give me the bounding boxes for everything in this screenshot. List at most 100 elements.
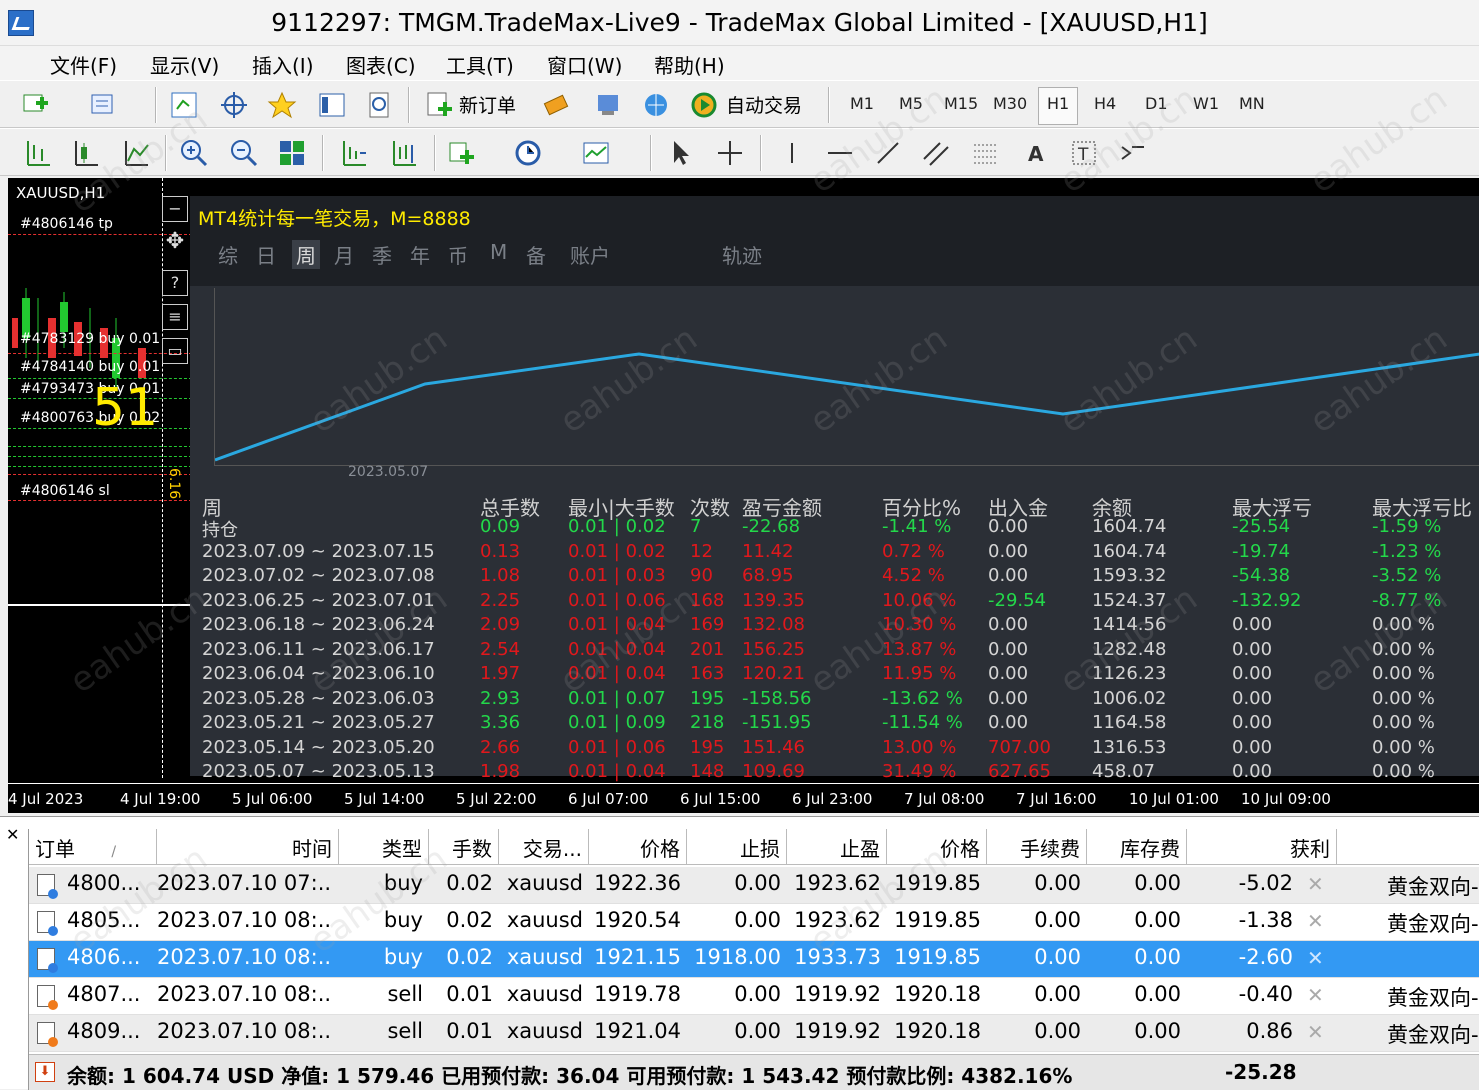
trade-row[interactable]: 4806... 2023.07.10 08:... buy 0.02 xauusd 192…: [29, 941, 1479, 978]
equidistant-channel-icon[interactable]: [920, 137, 952, 169]
tab-year[interactable]: 年: [410, 240, 430, 269]
bar-chart-icon[interactable]: [22, 137, 54, 169]
stats-cell-minmax: 0.01 | 0.02: [568, 540, 666, 562]
tf-h1[interactable]: H1: [1038, 87, 1079, 125]
tile-windows-icon[interactable]: [276, 137, 308, 169]
th-tp[interactable]: 止盈: [787, 829, 887, 865]
th-sl[interactable]: 止损: [687, 829, 787, 865]
signals-icon[interactable]: [592, 89, 624, 121]
trade-row[interactable]: 4807... 2023.07.10 08:... sell 0.01 xauusd 19…: [29, 978, 1479, 1015]
trade-row[interactable]: 4800... 2023.07.10 07:... buy 0.02 xauusd 192…: [29, 867, 1479, 904]
crosshair-target-icon[interactable]: [218, 89, 250, 121]
close-icon[interactable]: ✕: [6, 825, 19, 844]
tester-icon[interactable]: [364, 89, 396, 121]
tab-trace[interactable]: 轨迹: [722, 240, 762, 269]
menu-tools[interactable]: 工具(T): [446, 50, 514, 79]
close-order-icon[interactable]: ✕: [1307, 946, 1324, 970]
stats-cell-balance: 1126.23: [1092, 663, 1167, 684]
trendline-icon[interactable]: [872, 137, 904, 169]
minimize-icon[interactable]: −: [162, 196, 188, 222]
crosshair-icon[interactable]: [714, 137, 746, 169]
tab-currency[interactable]: 币: [448, 240, 468, 269]
vertical-line-icon[interactable]: [776, 137, 808, 169]
menu-view[interactable]: 显示(V): [150, 50, 219, 79]
move-icon[interactable]: ✥: [162, 230, 188, 256]
metaeditor-icon[interactable]: [540, 89, 572, 121]
balance-graph: [214, 288, 1479, 466]
stats-cell-maxdd: 0.00: [1232, 761, 1273, 782]
th-price[interactable]: 价格: [589, 829, 687, 865]
fibonacci-icon[interactable]: [970, 137, 1002, 169]
menu-charts[interactable]: 图表(C): [346, 50, 416, 79]
horizontal-line-icon[interactable]: [824, 137, 856, 169]
market-watch-icon[interactable]: [168, 89, 200, 121]
tab-quarter[interactable]: 季: [372, 240, 392, 269]
tab-month[interactable]: 月: [334, 240, 354, 269]
th-lots[interactable]: 手数: [429, 829, 499, 865]
th-symbol[interactable]: 交易...: [499, 829, 589, 865]
text-icon[interactable]: A: [1020, 137, 1052, 169]
help-icon[interactable]: ?: [162, 270, 188, 296]
close-order-icon[interactable]: ✕: [1307, 1020, 1324, 1044]
auto-trading-icon[interactable]: [688, 89, 720, 121]
new-order-button[interactable]: 新订单: [459, 91, 516, 118]
th-profit[interactable]: 获利: [1187, 829, 1337, 865]
profiles-icon[interactable]: [88, 89, 120, 121]
market-icon[interactable]: [640, 89, 672, 121]
menu-insert[interactable]: 插入(I): [252, 50, 314, 79]
chart-shift-icon[interactable]: [388, 137, 420, 169]
menu-help[interactable]: 帮助(H): [654, 50, 725, 79]
auto-trading-button[interactable]: 自动交易: [726, 91, 802, 118]
settings-icon[interactable]: ≡: [162, 304, 188, 330]
close-order-icon[interactable]: ✕: [1307, 872, 1324, 896]
tf-m15[interactable]: M15: [944, 94, 978, 113]
indicators-icon[interactable]: [446, 137, 478, 169]
stats-cell-lots: 0.13: [480, 540, 521, 562]
cursor-icon[interactable]: [664, 137, 696, 169]
navigator-icon[interactable]: [316, 89, 348, 121]
text-label-icon[interactable]: T: [1068, 137, 1100, 169]
arrows-icon[interactable]: [1116, 137, 1148, 169]
th-commission[interactable]: 手续费: [987, 829, 1087, 865]
line-chart-icon[interactable]: [120, 137, 152, 169]
close-order-icon[interactable]: ✕: [1307, 983, 1324, 1007]
trade-row[interactable]: 4805... 2023.07.10 08:... buy 0.02 xauusd 192…: [29, 904, 1479, 941]
window-icon[interactable]: ▭: [162, 338, 188, 364]
th-time[interactable]: 时间: [157, 829, 339, 865]
tf-d1[interactable]: D1: [1145, 94, 1168, 113]
tf-h4[interactable]: H4: [1094, 94, 1116, 113]
favorites-icon[interactable]: [266, 89, 298, 121]
tab-week[interactable]: 周: [292, 240, 320, 269]
tab-summary[interactable]: 综: [218, 240, 238, 269]
summary-text: 余额: 1 604.74 USD 净值: 1 579.46 已用预付款: 36.…: [67, 1064, 1073, 1088]
price-chart[interactable]: XAUUSD,H1 #4806146 tp #4783129 buy 0.01 …: [8, 178, 1479, 813]
th-type[interactable]: 类型: [339, 829, 429, 865]
th-swap[interactable]: 库存费: [1087, 829, 1187, 865]
trade-row[interactable]: 4809... 2023.07.10 08:... sell 0.01 xauusd 19…: [29, 1015, 1479, 1052]
zoom-in-icon[interactable]: [178, 137, 210, 169]
tab-account[interactable]: 账户: [570, 240, 610, 269]
menu-file[interactable]: 文件(F): [50, 50, 117, 79]
tf-m1[interactable]: M1: [850, 94, 874, 113]
tf-w1[interactable]: W1: [1193, 94, 1219, 113]
menu-window[interactable]: 窗口(W): [547, 50, 622, 79]
tf-m5[interactable]: M5: [899, 94, 923, 113]
new-chart-icon[interactable]: [20, 89, 52, 121]
th-order[interactable]: 订单 /: [29, 829, 157, 865]
close-order-icon[interactable]: ✕: [1307, 909, 1324, 933]
zoom-out-icon[interactable]: [228, 137, 260, 169]
tab-m[interactable]: M: [490, 240, 507, 264]
tab-day[interactable]: 日: [256, 240, 276, 269]
tab-backup[interactable]: 备: [526, 240, 546, 269]
templates-icon[interactable]: [580, 137, 612, 169]
stats-cell-pct: 4.52 %: [882, 565, 945, 586]
tf-m30[interactable]: M30: [993, 94, 1027, 113]
candlestick-icon[interactable]: [70, 137, 102, 169]
new-order-icon[interactable]: [424, 89, 456, 121]
th-cur-price[interactable]: 价格: [887, 829, 987, 865]
svg-text:A: A: [1028, 142, 1044, 166]
tf-mn[interactable]: MN: [1239, 94, 1265, 113]
periods-clock-icon[interactable]: [512, 137, 544, 169]
x-tick-label: 6 Jul 15:00: [680, 790, 761, 808]
auto-scroll-icon[interactable]: [338, 137, 370, 169]
